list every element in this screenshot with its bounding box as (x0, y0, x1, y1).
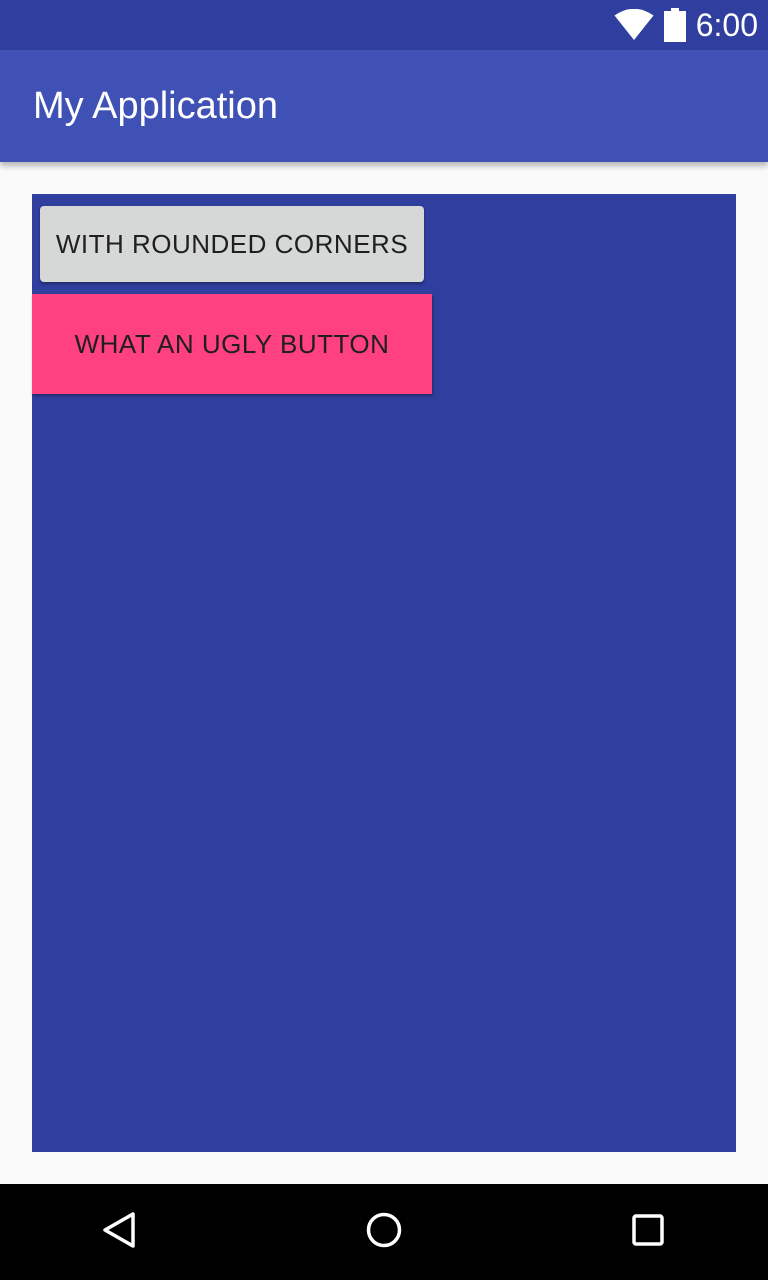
app-title: My Application (33, 85, 279, 127)
recents-icon (630, 1212, 666, 1253)
status-icons: 6:00 (614, 0, 758, 50)
app-bar: My Application (0, 50, 768, 162)
nav-home-button[interactable] (336, 1184, 432, 1280)
ugly-button[interactable]: WHAT AN UGLY BUTTON (32, 294, 432, 394)
status-bar: 6:00 (0, 0, 768, 50)
navigation-bar (0, 1184, 768, 1280)
content-area: WITH ROUNDED CORNERS WHAT AN UGLY BUTTON (0, 162, 768, 1184)
blue-panel: WITH ROUNDED CORNERS WHAT AN UGLY BUTTON (32, 194, 736, 1152)
home-icon (364, 1210, 404, 1255)
status-clock: 6:00 (695, 6, 758, 43)
back-icon (100, 1210, 140, 1255)
nav-back-button[interactable] (72, 1184, 168, 1280)
nav-recents-button[interactable] (600, 1184, 696, 1280)
rounded-corners-button[interactable]: WITH ROUNDED CORNERS (40, 206, 424, 282)
wifi-icon (614, 9, 654, 41)
battery-icon (663, 8, 686, 42)
